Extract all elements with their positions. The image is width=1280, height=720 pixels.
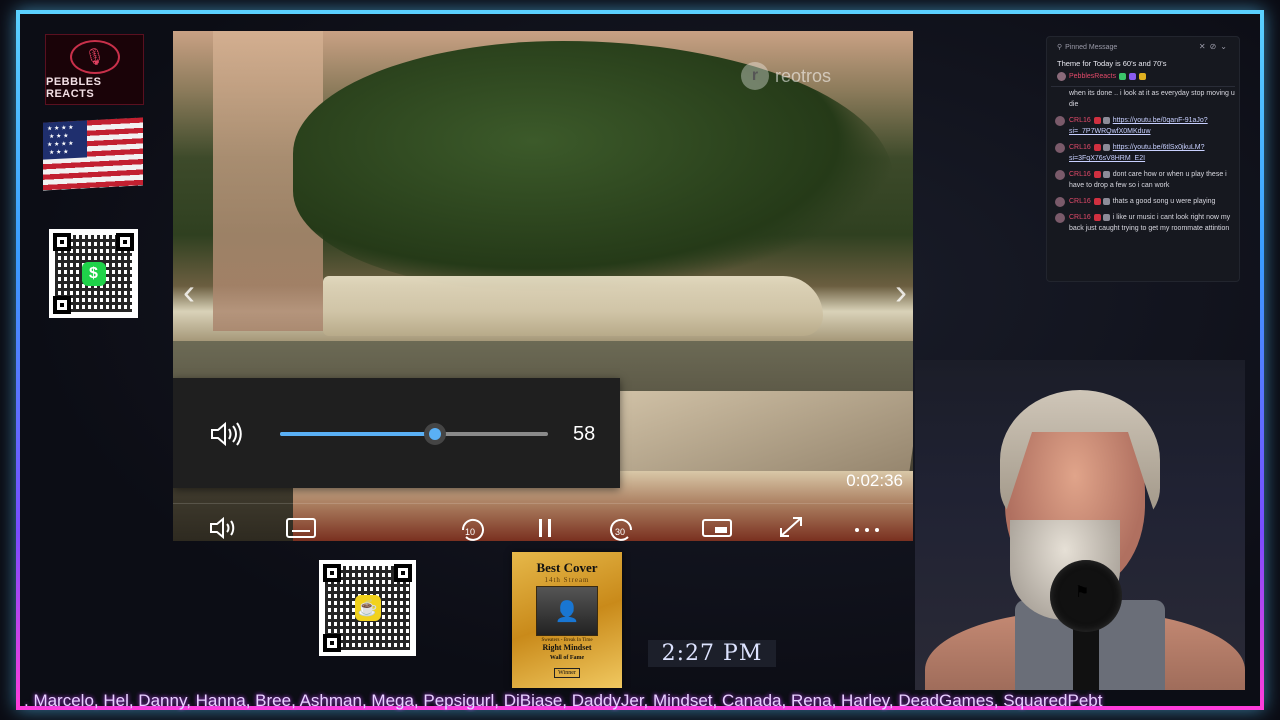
logo-text: PEBBLES REACTS — [46, 75, 102, 100]
award-name: Right Mindset — [542, 643, 592, 652]
avatar — [1055, 116, 1065, 126]
avatar — [1055, 213, 1065, 223]
badge-icon — [1093, 116, 1101, 124]
cashapp-qr-code: $ — [49, 229, 138, 318]
captions-icon[interactable] — [285, 516, 317, 541]
award-portrait-image: 👤 — [536, 586, 598, 636]
svg-text:30: 30 — [615, 527, 625, 537]
avatar — [1057, 72, 1066, 81]
hide-icon[interactable]: ⊘ — [1210, 42, 1221, 51]
badge-icon — [1093, 170, 1101, 178]
pin-icon: ⚲ — [1057, 44, 1063, 51]
pause-icon[interactable] — [535, 516, 555, 541]
badge-icon — [1119, 73, 1127, 80]
pinned-message-user: PebblesReacts — [1057, 72, 1147, 81]
badge-icon — [1102, 116, 1110, 124]
badge-icon — [1093, 143, 1101, 151]
video-watermark: r reotros — [741, 62, 831, 90]
award-subtitle: 14th Stream — [544, 576, 590, 584]
avatar — [1055, 197, 1065, 207]
previous-arrow-icon[interactable]: ‹ — [183, 271, 195, 313]
chat-message: CRL16 dont care how or when u play these… — [1055, 169, 1235, 191]
chat-message: CRL16 thats a good song u were playing — [1055, 196, 1235, 207]
avatar — [1055, 143, 1065, 153]
badge-icon — [1129, 73, 1137, 80]
svg-text:10: 10 — [465, 527, 475, 537]
playback-controls: 10 30 — [173, 511, 913, 541]
chevron-down-icon[interactable]: ⌄ — [1220, 42, 1231, 51]
avatar — [1055, 170, 1065, 180]
badge-icon — [1093, 213, 1101, 221]
chat-message: when its done .. i look at it as everyda… — [1069, 90, 1235, 108]
chat-panel: ⚲ Pinned Message ✕⊘⌄ Theme for Today is 6… — [1046, 36, 1240, 282]
award-footer: Wall of Fame — [549, 655, 585, 661]
seek-bar[interactable] — [173, 503, 913, 504]
badge-icon — [1102, 213, 1110, 221]
watermark-logo-icon: r — [741, 62, 769, 90]
microphone-icon: 🎙 — [69, 39, 120, 74]
chat-message: CRL16 i like ur music i cant look right … — [1055, 212, 1235, 234]
watermark-text: reotros — [775, 65, 832, 86]
best-cover-award: Best Cover 14th Stream 👤 Sweaters - Brea… — [512, 552, 622, 688]
speaker-icon[interactable] — [209, 516, 241, 541]
award-title: Best Cover — [536, 560, 598, 575]
pinned-message-header: ⚲ Pinned Message — [1057, 44, 1118, 51]
pebbles-reacts-logo: 🎙 PEBBLES REACTS — [45, 34, 144, 105]
video-timestamp: 0:02:36 — [846, 471, 903, 490]
buymeacoffee-qr-code: ☕ — [319, 560, 416, 656]
miniplayer-icon[interactable] — [701, 516, 733, 541]
next-arrow-icon[interactable]: › — [895, 271, 907, 313]
chat-messages: when its done .. i look at it as everyda… — [1055, 88, 1235, 239]
award-badge: Winner — [554, 668, 580, 678]
rewind-10-icon[interactable]: 10 — [455, 516, 489, 541]
volume-slider-fill — [280, 432, 436, 436]
supporters-ticker: . Marcelo, Hel, Danny, Hanna, Bree, Ashm… — [24, 691, 1103, 710]
badge-icon — [1102, 170, 1110, 178]
speaker-high-icon[interactable] — [209, 420, 243, 455]
badge-icon — [1102, 143, 1110, 151]
coffee-cup-icon: ☕ — [354, 595, 381, 621]
volume-slider-thumb[interactable] — [424, 423, 447, 445]
video-player[interactable]: r reotros ‹ › 58 0:02:36 10 30 — [173, 31, 913, 541]
badge-icon — [1102, 197, 1110, 205]
us-flag-image: ★ ★ ★ ★ ★ ★ ★ ★ ★ ★ ★ ★ ★ ★ — [43, 117, 143, 191]
badge-icon — [1093, 197, 1101, 205]
clock: 2:27 PM — [648, 640, 776, 667]
webcam-feed: ⚑ — [915, 360, 1245, 690]
fullscreen-icon[interactable] — [777, 516, 805, 541]
volume-slider[interactable] — [280, 423, 548, 445]
volume-flyout: 58 — [173, 378, 620, 488]
cashapp-icon: $ — [81, 261, 106, 286]
unpin-icon[interactable]: ✕ — [1199, 42, 1210, 51]
pinned-message-text: Theme for Today is 60's and 70's — [1057, 59, 1167, 68]
chat-message: CRL16 https://youtu.be/6tlSx0jkuLM?si=3F… — [1055, 142, 1235, 164]
more-icon[interactable] — [851, 516, 883, 541]
badge-icon — [1139, 73, 1147, 80]
volume-value: 58 — [573, 423, 596, 445]
forward-30-icon[interactable]: 30 — [605, 516, 639, 541]
chat-message: CRL16 https://youtu.be/0qanF-91aJo?si=_7… — [1055, 115, 1235, 137]
chat-divider — [1051, 86, 1235, 87]
flag-sticker-icon: ⚑ — [1075, 584, 1090, 601]
chat-header-actions: ✕⊘⌄ — [1199, 42, 1231, 51]
